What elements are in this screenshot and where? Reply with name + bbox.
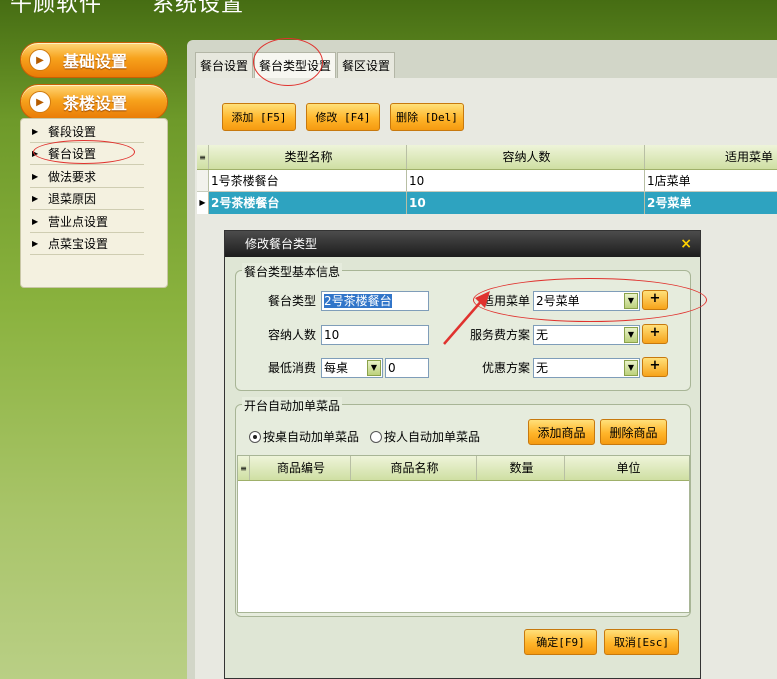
auto-items-grid: ≡ 商品编号 商品名称 数量 单位	[237, 455, 690, 613]
min-mode-value: 每桌	[324, 361, 349, 375]
column-header-item-code[interactable]: 商品编号	[250, 456, 351, 480]
radio-unchecked-icon	[370, 431, 382, 443]
service-fee-select[interactable]: 无 ▼	[533, 325, 640, 345]
column-header-unit[interactable]: 单位	[565, 456, 690, 480]
app-title-right: 系统设置	[152, 0, 245, 17]
sidebar-item-business-points[interactable]: ▶ 营业点设置	[30, 211, 144, 233]
column-header-menu-label: 适用菜单	[725, 150, 774, 164]
discount-select[interactable]: 无 ▼	[533, 358, 640, 378]
add-item-button[interactable]: 添加商品	[528, 419, 595, 445]
capacity-input[interactable]: 10	[321, 325, 429, 345]
sidebar-item-label: 做法要求	[48, 170, 97, 184]
triangle-right-icon: ▶	[32, 239, 39, 248]
type-input-value: 2号茶楼餐台	[324, 294, 392, 308]
app-title-left: 午顾软件	[10, 0, 103, 17]
sidebar-item-return-reasons[interactable]: ▶ 退菜原因	[30, 188, 144, 210]
min-consumption-mode-select[interactable]: 每桌 ▼	[321, 358, 383, 378]
row-pointer-icon: ▶	[197, 192, 209, 214]
add-button[interactable]: 添加 [F5]	[222, 103, 296, 131]
sidebar-section-label: 茶楼设置	[63, 94, 128, 113]
grid-menu-icon[interactable]: ≡	[238, 456, 250, 480]
column-header-capacity[interactable]: 容纳人数	[407, 145, 645, 169]
triangle-right-icon: ▶	[32, 172, 39, 181]
table-header: ≡ 类型名称 容纳人数 适用菜单	[197, 145, 777, 170]
annotation-ellipse-menu	[473, 278, 707, 322]
triangle-right-icon: ▶	[32, 127, 39, 136]
table-row-selected[interactable]: ▶ 2号茶楼餐台 10 2号菜单	[197, 192, 777, 214]
double-arrow-icon: ▶	[29, 49, 51, 71]
dialog-title-bar[interactable]: 修改餐台类型 ×	[225, 231, 700, 257]
sidebar-item-cooking-requirements[interactable]: ▶ 做法要求	[30, 166, 144, 188]
sidebar-item-label: 退菜原因	[48, 192, 97, 206]
app-title: 午顾软件 系统设置	[10, 0, 244, 18]
min-consumption-label: 最低消费	[267, 361, 316, 375]
radio-label: 按人自动加单菜品	[384, 430, 481, 444]
chevron-down-icon[interactable]: ▼	[624, 360, 638, 376]
grid-menu-icon[interactable]: ≡	[197, 145, 209, 169]
delete-button[interactable]: 删除 [Del]	[390, 103, 464, 131]
discount-label: 优惠方案	[481, 361, 530, 375]
triangle-right-icon: ▶	[32, 194, 39, 203]
radio-by-table[interactable]: 按桌自动加单菜品	[249, 429, 359, 445]
sidebar-section-basic[interactable]: ▶ 基础设置	[20, 42, 168, 78]
column-header-name[interactable]: 类型名称	[209, 145, 407, 169]
radio-by-person[interactable]: 按人自动加单菜品	[370, 429, 480, 445]
close-icon[interactable]: ×	[680, 231, 692, 257]
group-legend: 餐台类型基本信息	[242, 263, 343, 280]
sidebar-item-ordering-device[interactable]: ▶ 点菜宝设置	[30, 233, 144, 255]
sidebar-item-label: 点菜宝设置	[48, 237, 109, 251]
dialog-title: 修改餐台类型	[245, 237, 318, 251]
sidebar-section-teahouse[interactable]: ▶ 茶楼设置	[20, 84, 168, 120]
annotation-ellipse-sidebar	[33, 140, 135, 164]
cell-menu: 2号菜单	[647, 196, 692, 210]
add-service-fee-button[interactable]: +	[642, 324, 668, 344]
annotation-ellipse-tab	[253, 38, 323, 86]
table-row[interactable]: 1号茶楼餐台 10 1店菜单	[197, 170, 777, 192]
edit-button[interactable]: 修改 [F4]	[306, 103, 380, 131]
cell-menu: 1店菜单	[647, 174, 691, 188]
auto-items-header: ≡ 商品编号 商品名称 数量 单位	[238, 456, 689, 481]
column-header-menu[interactable]: 适用菜单	[645, 145, 777, 169]
tab-area-settings[interactable]: 餐区设置	[337, 52, 396, 78]
cell-capacity: 10	[407, 170, 645, 191]
min-consumption-input[interactable]: 0	[385, 358, 429, 378]
column-header-item-name[interactable]: 商品名称	[351, 456, 477, 480]
column-header-quantity[interactable]: 数量	[477, 456, 565, 480]
delete-item-button[interactable]: 删除商品	[600, 419, 667, 445]
radio-checked-icon	[249, 431, 261, 443]
tab-table-settings[interactable]: 餐台设置	[195, 52, 254, 78]
row-indicator	[197, 170, 209, 191]
confirm-button[interactable]: 确定[F9]	[524, 629, 597, 655]
type-label: 餐台类型	[267, 294, 316, 308]
type-input[interactable]: 2号茶楼餐台	[321, 291, 429, 311]
chevron-down-icon[interactable]: ▼	[367, 360, 381, 376]
capacity-label: 容纳人数	[267, 328, 316, 342]
cancel-button[interactable]: 取消[Esc]	[604, 629, 679, 655]
sidebar-section-label: 基础设置	[63, 52, 128, 71]
triangle-right-icon: ▶	[32, 217, 39, 226]
group-legend: 开台自动加单菜品	[242, 397, 343, 414]
cell-name: 1号茶楼餐台	[209, 170, 407, 191]
annotation-arrow-icon	[443, 291, 490, 345]
add-discount-button[interactable]: +	[642, 357, 668, 377]
cell-name: 2号茶楼餐台	[209, 192, 407, 214]
radio-label: 按桌自动加单菜品	[263, 430, 360, 444]
chevron-down-icon[interactable]: ▼	[624, 327, 638, 343]
cell-capacity: 10	[407, 192, 645, 214]
discount-value: 无	[536, 361, 549, 375]
sidebar-item-label: 营业点设置	[48, 215, 109, 229]
service-fee-value: 无	[536, 328, 549, 342]
double-arrow-icon: ▶	[29, 91, 51, 113]
